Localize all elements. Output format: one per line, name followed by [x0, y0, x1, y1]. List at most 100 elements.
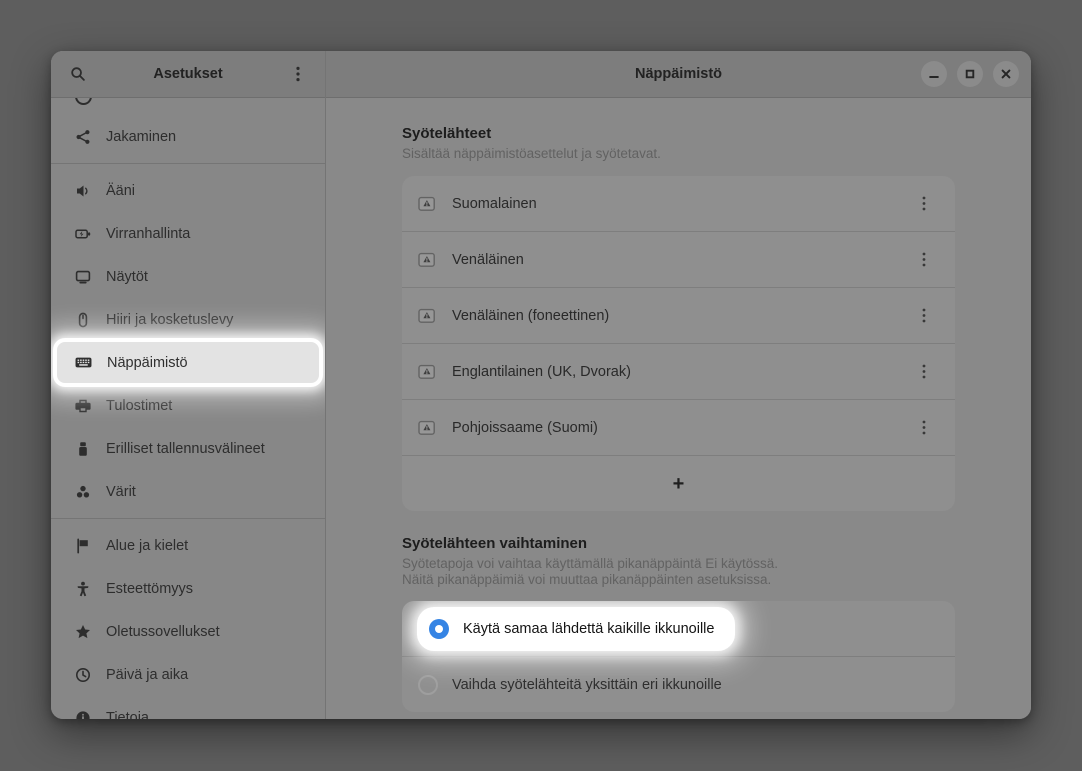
radio-selected[interactable] — [429, 619, 449, 639]
radio-unselected[interactable] — [418, 675, 438, 695]
sidebar-item-tallennusvalineet[interactable]: Erilliset tallennusvälineet — [51, 427, 325, 470]
power-icon — [75, 226, 91, 242]
sidebar-item-paiva-ja-aika[interactable]: Päivä ja aika — [51, 653, 325, 696]
sidebar-item-label: Hiiri ja kosketuslevy — [106, 312, 233, 328]
input-source-row[interactable]: Suomalainen — [402, 176, 955, 232]
input-source-label: Englantilainen (UK, Dvorak) — [452, 364, 893, 380]
sidebar-item-varit[interactable]: Värit — [51, 470, 325, 513]
radio-dot — [435, 625, 443, 633]
row-menu-button[interactable] — [909, 357, 939, 387]
sidebar-item-label: Erilliset tallennusvälineet — [106, 441, 265, 457]
kebab-menu-icon — [922, 196, 926, 211]
sidebar-item-tietoja[interactable]: Tietoja — [51, 696, 325, 719]
main-headerbar: Näppäimistö — [326, 51, 1031, 98]
kebab-menu-icon — [296, 66, 300, 82]
printer-icon — [75, 398, 91, 414]
highlighted-option: Käytä samaa lähdettä kaikille ikkunoille — [420, 610, 732, 648]
displays-icon — [75, 269, 91, 285]
section-title-input-sources: Syötelähteet — [402, 125, 955, 142]
row-menu-button[interactable] — [909, 245, 939, 275]
row-menu-button[interactable] — [909, 189, 939, 219]
star-icon — [75, 624, 91, 640]
sidebar-item-label: Näytöt — [106, 269, 148, 285]
input-source-label: Suomalainen — [452, 196, 893, 212]
input-source-label: Venäläinen (foneettinen) — [452, 308, 893, 324]
sidebar-item-label: Tulostimet — [106, 398, 172, 414]
sidebar-item-virranhallinta[interactable]: Virranhallinta — [51, 212, 325, 255]
input-source-row[interactable]: Pohjoissaame (Suomi) — [402, 400, 955, 456]
sidebar-item-label: Alue ja kielet — [106, 538, 188, 554]
option-separate-source-per-window[interactable]: Vaihda syötelähteitä yksittäin eri ikkun… — [402, 657, 955, 712]
sidebar-item-jakaminen[interactable]: Jakaminen — [51, 115, 325, 158]
image-missing-icon — [418, 195, 436, 213]
minimize-icon — [926, 66, 942, 82]
sidebar-title: Asetukset — [93, 66, 283, 82]
input-source-label: Pohjoissaame (Suomi) — [452, 420, 893, 436]
kebab-menu-icon — [922, 420, 926, 435]
image-missing-icon — [418, 251, 436, 269]
sidebar: Asetukset Jakaminen Ääni Virranhallinta — [51, 51, 326, 719]
plus-icon: + — [673, 474, 685, 494]
input-sources-list: Suomalainen Venäläinen Venäläinen (fonee… — [402, 176, 955, 511]
close-button[interactable] — [993, 61, 1019, 87]
close-icon — [998, 66, 1014, 82]
kebab-menu-icon — [922, 308, 926, 323]
search-button[interactable] — [63, 59, 93, 89]
minimize-button[interactable] — [921, 61, 947, 87]
sidebar-item-hiiri[interactable]: Hiiri ja kosketuslevy — [51, 298, 325, 341]
sidebar-item-label: Virranhallinta — [106, 226, 190, 242]
kebab-menu-icon — [922, 364, 926, 379]
sidebar-item-label: Oletussovellukset — [106, 624, 220, 640]
maximize-icon — [962, 66, 978, 82]
section-title-switching: Syötelähteen vaihtaminen — [402, 535, 955, 552]
maximize-button[interactable] — [957, 61, 983, 87]
sidebar-item-naytot[interactable]: Näytöt — [51, 255, 325, 298]
sidebar-item-label: Päivä ja aika — [106, 667, 188, 683]
switching-description-line2: Näitä pikanäppäimiä voi muuttaa pikanäpp… — [402, 572, 955, 588]
keyboard-icon — [75, 354, 92, 371]
sidebar-list: Jakaminen Ääni Virranhallinta Näytöt Hii… — [51, 98, 325, 719]
sidebar-item-clipped-top — [51, 98, 325, 115]
image-missing-icon — [418, 363, 436, 381]
input-source-label: Venäläinen — [452, 252, 893, 268]
accessibility-icon — [75, 581, 91, 597]
sidebar-item-tulostimet[interactable]: Tulostimet — [51, 384, 325, 427]
clock-icon — [75, 667, 91, 683]
search-icon — [70, 66, 86, 82]
option-same-source-all-windows[interactable]: Käytä samaa lähdettä kaikille ikkunoille — [402, 601, 955, 657]
image-missing-icon — [418, 419, 436, 437]
sidebar-item-nappaimisto[interactable]: Näppäimistö — [57, 342, 319, 383]
sidebar-separator — [51, 163, 325, 164]
row-menu-button[interactable] — [909, 413, 939, 443]
info-icon — [75, 710, 91, 720]
input-source-row[interactable]: Venäläinen — [402, 232, 955, 288]
switching-description-line1: Syötetapoja voi vaihtaa käyttämällä pika… — [402, 556, 955, 572]
sidebar-item-alue-ja-kielet[interactable]: Alue ja kielet — [51, 524, 325, 567]
sidebar-item-label: Jakaminen — [106, 129, 176, 145]
switching-options-group: Käytä samaa lähdettä kaikille ikkunoille… — [402, 601, 955, 712]
option-label: Vaihda syötelähteitä yksittäin eri ikkun… — [452, 677, 722, 693]
clipped-icon — [75, 98, 92, 105]
row-menu-button[interactable] — [909, 301, 939, 331]
input-source-row[interactable]: Englantilainen (UK, Dvorak) — [402, 344, 955, 400]
add-input-source-button[interactable]: + — [402, 456, 955, 511]
sidebar-item-label: Esteettömyys — [106, 581, 193, 597]
kebab-menu-icon — [922, 252, 926, 267]
settings-window: Asetukset Jakaminen Ääni Virranhallinta — [51, 51, 1031, 719]
sidebar-item-esteettomyys[interactable]: Esteettömyys — [51, 567, 325, 610]
usb-drive-icon — [75, 441, 91, 457]
flag-icon — [75, 538, 91, 554]
share-icon — [75, 129, 91, 145]
sidebar-item-label: Näppäimistö — [107, 355, 188, 371]
sidebar-item-oletussovellukset[interactable]: Oletussovellukset — [51, 610, 325, 653]
sidebar-item-label: Tietoja — [106, 710, 149, 720]
sidebar-item-label: Värit — [106, 484, 136, 500]
sidebar-item-label: Ääni — [106, 183, 135, 199]
sidebar-item-aani[interactable]: Ääni — [51, 169, 325, 212]
sound-icon — [75, 183, 91, 199]
primary-menu-button[interactable] — [283, 59, 313, 89]
keyboard-settings-content: Syötelähteet Sisältää näppäimistöasettel… — [326, 98, 1031, 719]
input-source-row[interactable]: Venäläinen (foneettinen) — [402, 288, 955, 344]
mouse-icon — [75, 312, 91, 328]
main-pane: Näppäimistö Syötelähteet Sisältää näppäi… — [326, 51, 1031, 719]
